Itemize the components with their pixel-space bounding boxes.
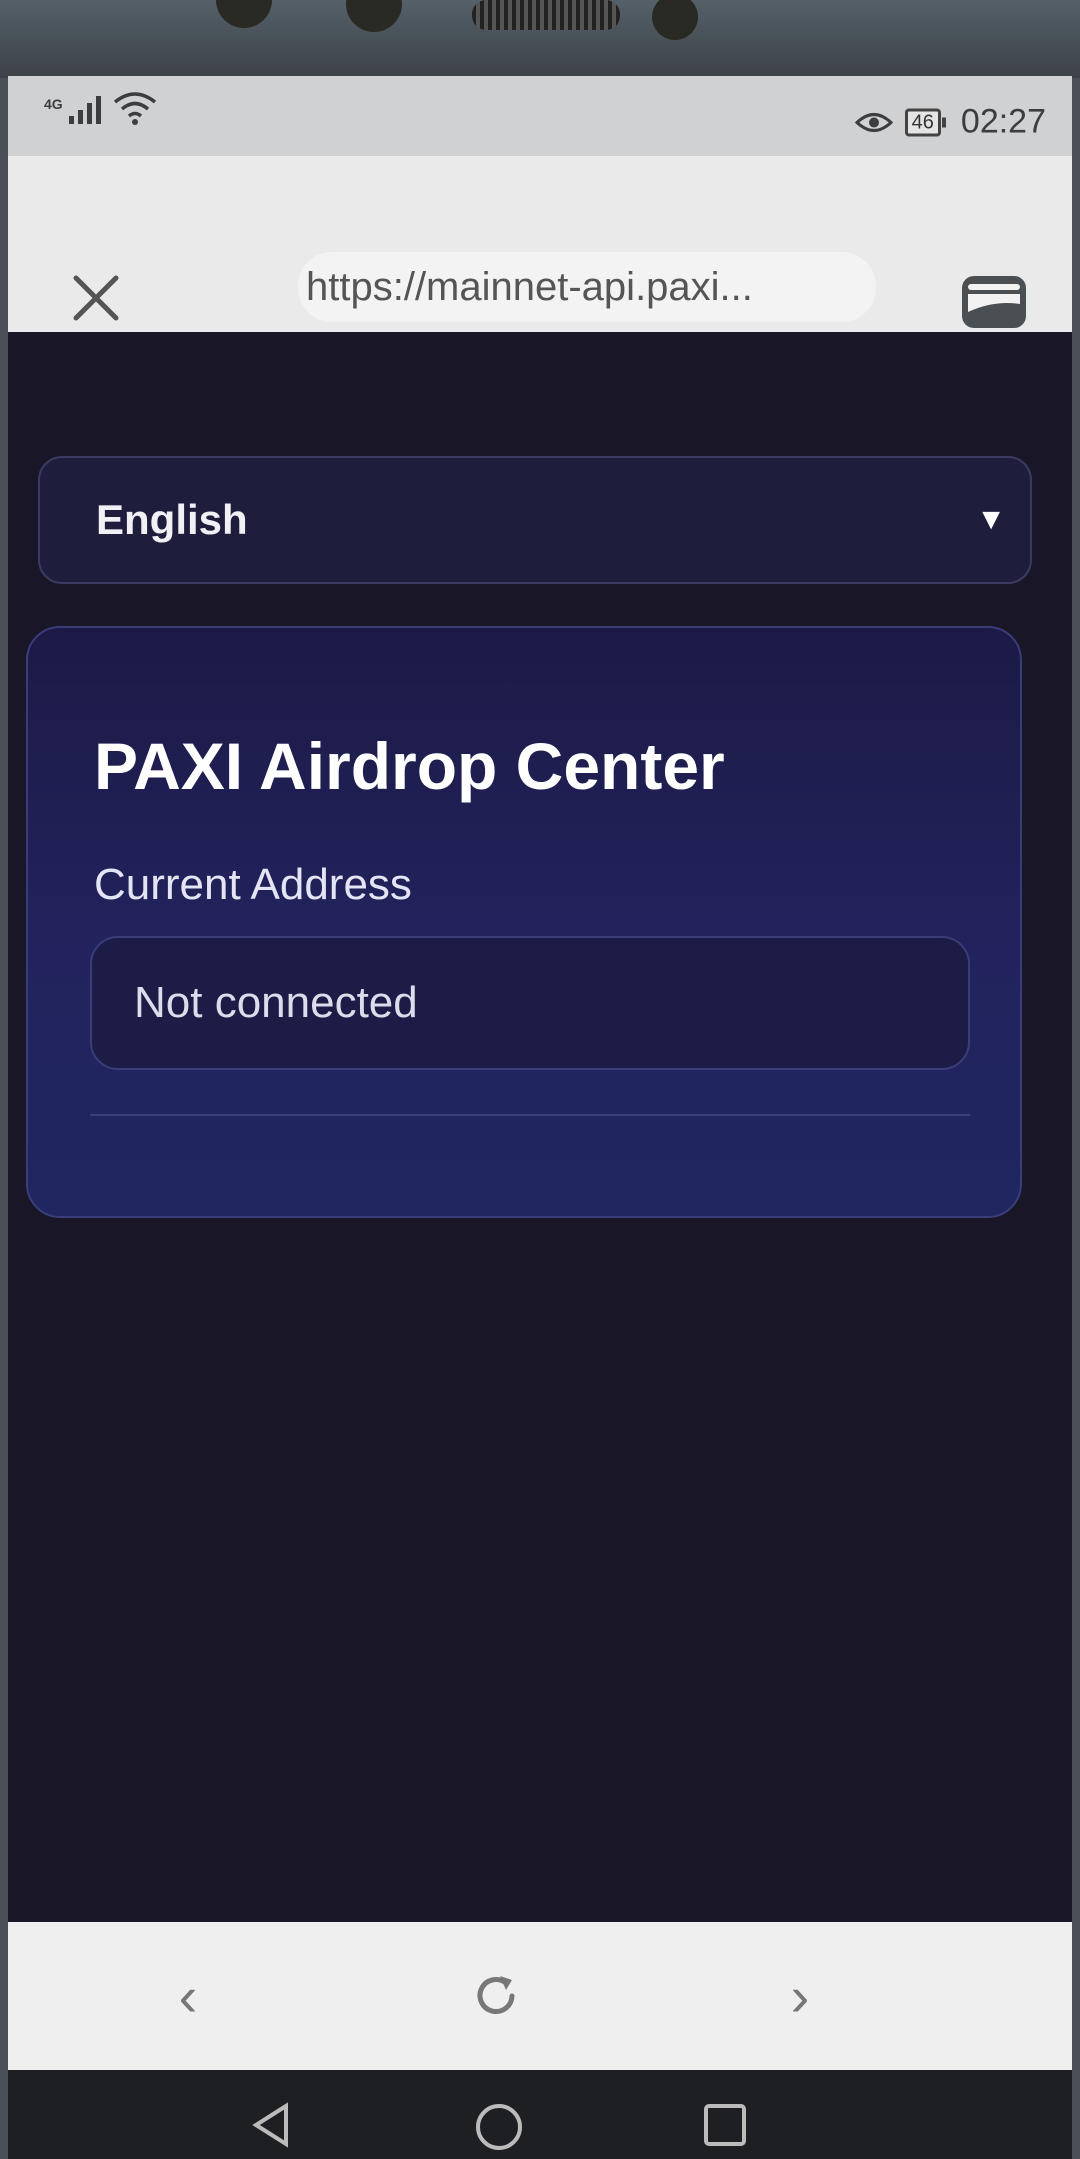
airdrop-card: PAXI Airdrop Center Current Address Not …	[26, 626, 1022, 1218]
battery-indicator: 46	[904, 108, 947, 136]
system-home-icon[interactable]	[472, 2100, 526, 2154]
current-address-label: Current Address	[94, 860, 412, 909]
earpiece-speaker	[472, 0, 620, 30]
current-address-field: Not connected	[90, 936, 970, 1070]
browser-toolbar: https://mainnet-api.paxi...	[8, 156, 1072, 332]
phone-screen: 4G 46 02:27 https://mainnet-api.paxi... …	[8, 76, 1072, 2159]
signal-icon	[68, 96, 101, 124]
back-button[interactable]: ‹	[179, 1964, 198, 2029]
front-camera	[346, 0, 402, 32]
status-bar: 4G 46 02:27	[8, 76, 1072, 156]
system-back-icon[interactable]	[246, 2100, 296, 2150]
phone-bezel-top	[0, 0, 1080, 78]
language-select-value: English	[96, 496, 248, 543]
wallet-icon[interactable]	[960, 272, 1028, 330]
close-icon[interactable]	[68, 270, 124, 326]
eye-comfort-icon	[854, 112, 893, 132]
card-divider	[90, 1114, 970, 1116]
reload-icon[interactable]	[468, 1968, 524, 2024]
system-recents-icon[interactable]	[700, 2100, 750, 2150]
status-left: 4G	[44, 90, 157, 126]
page-title: PAXI Airdrop Center	[94, 729, 725, 803]
current-address-value: Not connected	[134, 978, 418, 1027]
forward-button[interactable]: ›	[791, 1964, 810, 2029]
browser-bottom-nav: ‹ ›	[8, 1922, 1072, 2070]
web-page: English ▼ PAXI Airdrop Center Current Ad…	[8, 332, 1072, 2022]
status-time: 02:27	[960, 102, 1046, 141]
url-bar[interactable]: https://mainnet-api.paxi...	[298, 252, 876, 322]
wifi-icon	[113, 92, 156, 125]
chevron-down-icon: ▼	[976, 503, 1006, 536]
network-type: 4G	[44, 96, 63, 112]
proximity-sensor	[652, 0, 698, 40]
front-sensor	[216, 0, 272, 28]
status-right: 46 02:27	[854, 102, 1046, 142]
language-select[interactable]: English ▼	[38, 456, 1032, 584]
system-nav-bar	[8, 2070, 1072, 2159]
